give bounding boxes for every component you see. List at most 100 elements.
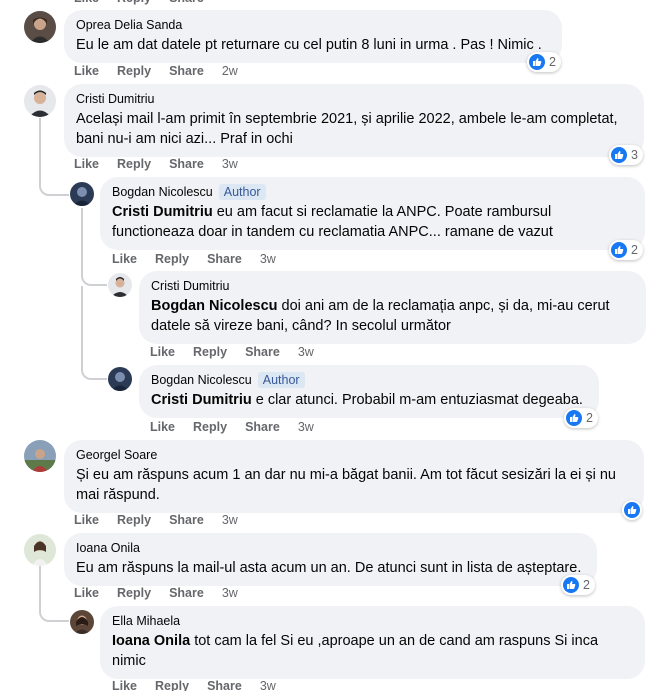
like-icon xyxy=(566,410,582,426)
comment-author[interactable]: Oprea Delia Sanda xyxy=(76,17,182,33)
comment-text: Bogdan Nicolescu doi ani am de la reclam… xyxy=(151,298,610,334)
comment-author[interactable]: Georgel Soare xyxy=(76,447,157,463)
like-button[interactable]: Like xyxy=(74,513,99,527)
comment-bubble: Georgel Soare Și eu am răspuns acum 1 an… xyxy=(64,440,644,513)
comment-bubble: Ella Mihaela Ioana Onila tot cam la fel … xyxy=(100,606,645,679)
mention-link[interactable]: Bogdan Nicolescu xyxy=(151,298,278,314)
share-button[interactable]: Share xyxy=(169,513,204,527)
comment-author[interactable]: Cristi Dumitriu xyxy=(76,91,154,107)
comment-timestamp[interactable]: 3w xyxy=(260,679,276,691)
like-button[interactable]: Like xyxy=(74,157,99,171)
like-button[interactable]: Like xyxy=(74,64,99,78)
mention-link[interactable]: Cristi Dumitriu xyxy=(151,392,252,408)
reaction-count[interactable]: 3 xyxy=(609,145,643,165)
comment-text: Eu le am dat datele pt returnare cu cel … xyxy=(76,37,542,53)
comment-bubble: Oprea Delia Sanda Eu le am dat datele pt… xyxy=(64,10,562,63)
reaction-count[interactable]: 2 xyxy=(609,240,643,260)
like-button[interactable]: Like xyxy=(112,252,137,266)
reaction-count[interactable]: 2 xyxy=(564,408,598,428)
like-button[interactable]: Like xyxy=(112,679,137,691)
comment-text: Cristi Dumitriu e clar atunci. Probabil … xyxy=(151,392,583,408)
comment-actions: Like Reply Share 3w xyxy=(74,513,256,527)
comment-author[interactable]: Cristi Dumitriu xyxy=(151,278,229,294)
share-button[interactable]: Share xyxy=(245,420,280,434)
comment-text: Același mail l-am primit în septembrie 2… xyxy=(76,111,618,147)
comment-timestamp[interactable]: 3w xyxy=(298,420,314,434)
avatar[interactable] xyxy=(24,85,56,117)
comment-timestamp[interactable]: 3w xyxy=(298,345,314,359)
like-icon xyxy=(624,502,640,518)
reply-button[interactable]: Reply xyxy=(117,157,151,171)
reply-button[interactable]: Reply xyxy=(117,586,151,600)
like-icon xyxy=(563,577,579,593)
comment-actions: Like Reply Share 2w xyxy=(74,64,256,78)
like-button[interactable]: Like xyxy=(74,0,99,5)
comment-author[interactable]: Bogdan Nicolescu xyxy=(151,372,252,388)
reply-button[interactable]: Reply xyxy=(155,252,189,266)
comment-bubble: Ioana Onila Eu am răspuns la mail-ul ast… xyxy=(64,533,597,586)
comment-author[interactable]: Ella Mihaela xyxy=(112,613,180,629)
comment-actions: Like Reply Share xyxy=(74,0,222,5)
share-button[interactable]: Share xyxy=(169,64,204,78)
thread-connector xyxy=(39,170,69,196)
like-icon xyxy=(611,242,627,258)
comment-author[interactable]: Ioana Onila xyxy=(76,540,140,556)
comment-text: Eu am răspuns la mail-ul asta acum un an… xyxy=(76,560,582,576)
avatar[interactable] xyxy=(108,273,132,297)
share-button[interactable]: Share xyxy=(207,252,242,266)
comment-actions: Like Reply Share 3w xyxy=(74,586,256,600)
avatar[interactable] xyxy=(70,610,94,634)
comment-text: Și eu am răspuns acum 1 an dar nu mi-a b… xyxy=(76,467,616,503)
thread-connector xyxy=(81,262,107,286)
reply-button[interactable]: Reply xyxy=(117,0,151,5)
comment-timestamp[interactable]: 3w xyxy=(222,586,238,600)
author-badge: Author xyxy=(218,184,266,200)
like-button[interactable]: Like xyxy=(74,586,99,600)
comment-bubble: Cristi Dumitriu Bogdan Nicolescu doi ani… xyxy=(139,271,646,344)
comment-author[interactable]: Bogdan Nicolescu xyxy=(112,184,213,200)
comment-timestamp[interactable]: 3w xyxy=(222,157,238,171)
comment-text: Ioana Onila tot cam la fel Si eu ,aproap… xyxy=(112,633,599,669)
comment-actions: Like Reply Share 3w xyxy=(150,345,332,359)
like-button[interactable]: Like xyxy=(150,345,175,359)
reaction-count[interactable] xyxy=(622,500,642,520)
author-badge: Author xyxy=(257,372,305,388)
comment-timestamp[interactable]: 3w xyxy=(260,252,276,266)
share-button[interactable]: Share xyxy=(169,0,204,5)
thread-line xyxy=(39,118,41,178)
reply-button[interactable]: Reply xyxy=(117,64,151,78)
comment-bubble: Bogdan Nicolescu Author Cristi Dumitriu … xyxy=(100,177,645,250)
reply-button[interactable]: Reply xyxy=(193,345,227,359)
comment-actions: Like Reply Share 3w xyxy=(74,157,256,171)
comment-actions: Like Reply Share 3w xyxy=(112,252,294,266)
thread-line xyxy=(81,208,83,268)
like-icon xyxy=(611,147,627,163)
like-button[interactable]: Like xyxy=(150,420,175,434)
mention-link[interactable]: Ioana Onila xyxy=(112,633,190,649)
comment-timestamp[interactable]: 3w xyxy=(222,513,238,527)
thread-connector xyxy=(81,286,107,380)
reply-button[interactable]: Reply xyxy=(193,420,227,434)
mention-link[interactable]: Cristi Dumitriu xyxy=(112,204,213,220)
avatar[interactable] xyxy=(24,440,56,472)
comment-bubble: Bogdan Nicolescu Author Cristi Dumitriu … xyxy=(139,365,599,418)
comment-text: Cristi Dumitriu eu am facut si reclamati… xyxy=(112,204,553,240)
comment-bubble: Cristi Dumitriu Același mail l-am primit… xyxy=(64,84,644,157)
comment-actions: Like Reply Share 3w xyxy=(112,679,294,691)
reply-button[interactable]: Reply xyxy=(155,679,189,691)
avatar[interactable] xyxy=(24,534,56,566)
reply-button[interactable]: Reply xyxy=(117,513,151,527)
reaction-count[interactable]: 2 xyxy=(527,52,561,72)
share-button[interactable]: Share xyxy=(169,157,204,171)
share-button[interactable]: Share xyxy=(207,679,242,691)
share-button[interactable]: Share xyxy=(169,586,204,600)
reaction-count[interactable]: 2 xyxy=(561,575,595,595)
share-button[interactable]: Share xyxy=(245,345,280,359)
comment-timestamp[interactable]: 2w xyxy=(222,64,238,78)
avatar[interactable] xyxy=(70,182,94,206)
comment-actions: Like Reply Share 3w xyxy=(150,420,332,434)
like-icon xyxy=(529,54,545,70)
avatar[interactable] xyxy=(108,367,132,391)
thread-connector xyxy=(39,590,69,622)
avatar[interactable] xyxy=(24,11,56,43)
